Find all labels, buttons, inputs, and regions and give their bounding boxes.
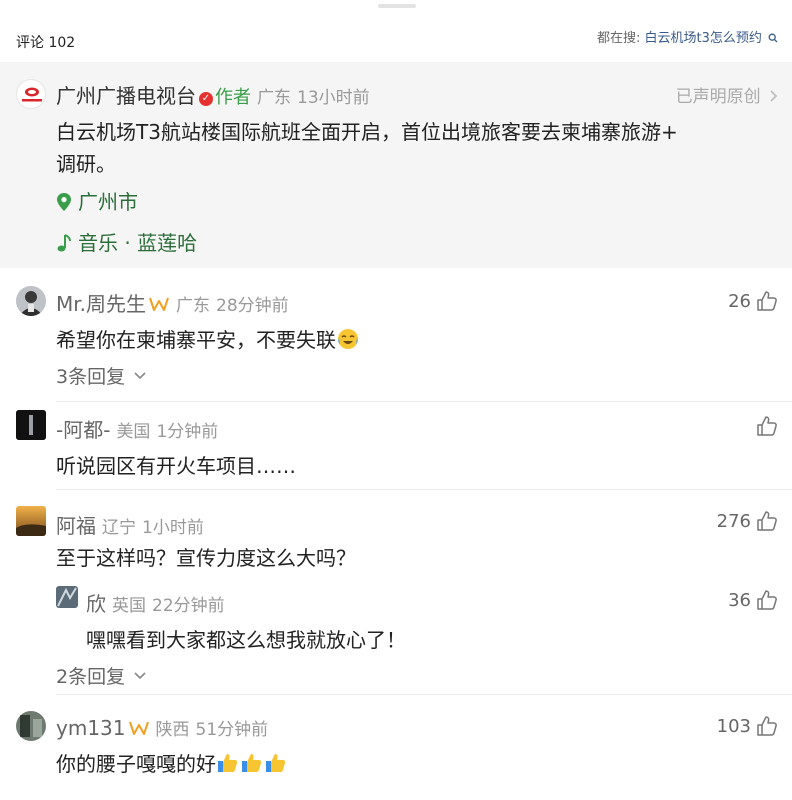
- chevron-down-icon: [134, 372, 146, 380]
- reply-author-line: 欣英国 22分钟前: [86, 588, 225, 617]
- crown-badge-icon: [128, 721, 149, 735]
- verified-icon: ✓: [199, 92, 213, 106]
- comment-region: 广东: [176, 296, 210, 316]
- user-avatar-icon: [56, 586, 78, 608]
- thumbs-up-icon: [757, 590, 777, 610]
- view-replies-button[interactable]: 2条回复: [56, 662, 147, 689]
- crying-laughing-emoji: [338, 329, 358, 349]
- original-post: 广州广播电视台 ✓ 作者 广东 13小时前 已声明原创 白云机场T3航站楼国际航班全面开…: [0, 62, 792, 268]
- commenter-name[interactable]: ym131: [56, 716, 126, 740]
- post-region: 广东: [257, 88, 291, 108]
- comment-region: 美国: [116, 422, 151, 442]
- view-replies-button[interactable]: 3条回复: [56, 362, 147, 389]
- crown-badge-icon: [149, 297, 169, 311]
- post-author-line: 广州广播电视台 ✓ 作者 广东 13小时前: [56, 80, 370, 109]
- comment-author-line: ym131 陕西 51分钟前: [56, 715, 268, 740]
- comment-item: ym131 陕西 51分钟前 103 你的腰子嘎嘎的好: [0, 695, 792, 800]
- post-time: 13小时前: [297, 88, 370, 108]
- like-button[interactable]: 26: [728, 290, 778, 312]
- chevron-right-icon: [770, 90, 778, 102]
- comment-region: 辽宁: [102, 518, 136, 538]
- comment-sheet: 评论 102 都在搜: 白云机场t3怎么预约 广州广播电视台 ✓ 作者 广东 13小时前…: [0, 0, 792, 800]
- reply-time: 22分钟前: [152, 596, 225, 616]
- comment-time: 1小时前: [142, 518, 204, 538]
- comment-time: 51分钟前: [195, 720, 269, 740]
- comment-text-line: 希望你在柬埔寨平安，不要失联: [56, 324, 360, 353]
- post-body-line: 白云机场T3航站楼国际航班全面开启，首位出境旅客要去柬埔寨旅游+: [56, 120, 678, 144]
- comment-item: -阿都- 美国 1分钟前 听说园区有开火车项目……: [0, 402, 792, 490]
- thumbs-up-icon: [757, 716, 777, 736]
- thumbs-up-emoji: [242, 754, 262, 772]
- post-body: 白云机场T3航站楼国际航班全面开启，首位出境旅客要去柬埔寨旅游+ 调研。: [56, 116, 772, 180]
- like-count: 276: [716, 510, 751, 532]
- replies-label: 2条回复: [56, 666, 126, 688]
- avatar[interactable]: [16, 506, 46, 536]
- original-declaration[interactable]: 已声明原创: [676, 82, 778, 107]
- commenter-name[interactable]: 阿福: [56, 514, 96, 538]
- like-count: 103: [716, 715, 751, 737]
- comment-count: 评论 102: [16, 35, 76, 51]
- avatar[interactable]: [16, 286, 46, 316]
- like-button[interactable]: 276: [717, 510, 778, 532]
- like-count: 36: [728, 589, 751, 611]
- post-music[interactable]: 音乐 · 蓝莲哈: [56, 227, 197, 256]
- user-avatar-icon: [16, 711, 46, 741]
- like-count: 26: [728, 290, 751, 312]
- like-button[interactable]: 103: [717, 715, 778, 737]
- reply-region: 英国: [112, 596, 146, 616]
- search-icon: [768, 33, 778, 43]
- comment-time: 28分钟前: [216, 296, 289, 316]
- trending-search[interactable]: 都在搜: 白云机场t3怎么预约: [597, 27, 778, 46]
- comment-text-line: 你的腰子嘎嘎的好: [56, 748, 288, 777]
- user-avatar-icon: [16, 286, 46, 316]
- comment-region: 陕西: [155, 720, 190, 740]
- user-avatar-icon: [16, 506, 46, 536]
- comment-item: Mr.周先生 广东 28分钟前 26 希望你在柬埔寨平安，不要失联 3条回复: [0, 270, 792, 402]
- thumbs-up-icon: [757, 416, 777, 436]
- comment-author-line: Mr.周先生 广东 28分钟前: [56, 288, 289, 317]
- post-body-line: 调研。: [56, 152, 116, 176]
- comment-time: 1分钟前: [156, 422, 219, 442]
- broadcaster-logo-icon: [22, 87, 42, 102]
- location-label: 广州市: [78, 190, 138, 214]
- comments-header: 评论 102 都在搜: 白云机场t3怎么预约: [0, 0, 792, 60]
- chevron-down-icon: [134, 672, 146, 680]
- comment-author-line: 阿福 辽宁 1小时前: [56, 510, 204, 539]
- thumbs-up-emoji: [266, 754, 286, 772]
- comment-text: 你的腰子嘎嘎的好: [56, 752, 216, 776]
- searching-query[interactable]: 白云机场t3怎么预约: [644, 31, 761, 46]
- comment-item: 阿福 辽宁 1小时前 276 至于这样吗？宣传力度这么大吗？ 欣英国 22分钟前 36…: [0, 490, 792, 695]
- avatar[interactable]: [16, 410, 46, 440]
- user-avatar-icon: [16, 410, 46, 440]
- comment-text: 希望你在柬埔寨平安，不要失联: [56, 328, 336, 352]
- account-avatar[interactable]: [16, 79, 46, 109]
- reply-name[interactable]: 欣: [86, 592, 106, 616]
- music-label: 音乐 · 蓝莲哈: [78, 231, 198, 255]
- replies-label: 3条回复: [56, 366, 126, 388]
- post-location[interactable]: 广州市: [56, 186, 138, 215]
- comment-author-line: -阿都- 美国 1分钟前: [56, 414, 218, 443]
- reply-avatar[interactable]: [56, 586, 78, 608]
- account-name[interactable]: 广州广播电视台: [56, 84, 196, 108]
- location-pin-icon: [57, 193, 71, 211]
- declaration-label: 已声明原创: [675, 87, 761, 107]
- reply-text: 嘿嘿看到大家都这么想我就放心了！: [86, 628, 406, 652]
- thumbs-up-icon: [757, 511, 777, 531]
- comment-text: 听说园区有开火车项目……: [56, 454, 296, 478]
- thumbs-up-emoji: [218, 754, 238, 772]
- thumbs-up-icon: [757, 291, 777, 311]
- like-button[interactable]: [751, 415, 778, 437]
- searching-label: 都在搜:: [596, 31, 641, 46]
- commenter-name[interactable]: Mr.周先生: [56, 292, 146, 316]
- comment-text: 至于这样吗？宣传力度这么大吗？: [56, 546, 356, 570]
- like-button[interactable]: 36: [728, 589, 778, 611]
- commenter-name[interactable]: -阿都-: [56, 418, 110, 442]
- avatar[interactable]: [16, 711, 46, 741]
- author-tag: 作者: [215, 87, 251, 108]
- music-note-icon: [57, 234, 71, 252]
